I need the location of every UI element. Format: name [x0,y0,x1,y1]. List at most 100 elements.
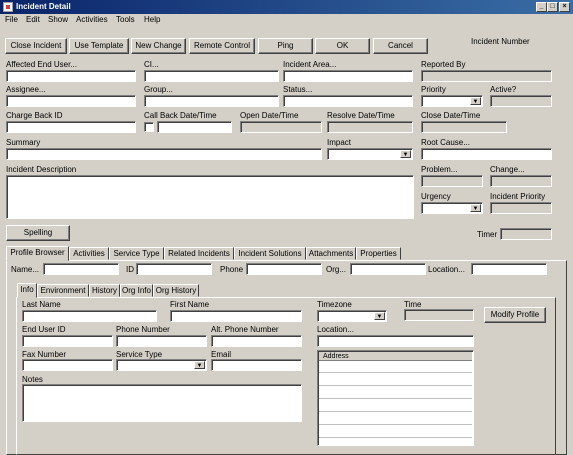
chevron-down-icon[interactable]: ▼ [194,361,205,369]
charge-back-id-field[interactable] [6,121,136,133]
fax-number-field[interactable] [22,359,113,371]
group-field[interactable] [144,95,279,107]
root-cause-field[interactable] [421,148,552,160]
id-search-field[interactable] [136,263,212,275]
alt-phone-number-field[interactable] [211,335,302,347]
timezone-dropdown[interactable]: ▼ [317,310,387,322]
priority-dropdown[interactable]: ▼ [421,95,483,107]
tab-properties[interactable]: Properties [356,247,401,260]
end-user-id-field[interactable] [22,335,113,347]
urgency-dropdown[interactable]: ▼ [421,202,483,214]
minimize-button[interactable]: _ [536,2,547,12]
table-row[interactable] [319,426,472,438]
affected-end-user-field[interactable] [6,70,136,82]
menu-show[interactable]: Show [48,14,68,26]
email-field[interactable] [211,359,302,371]
title-bar: Incident Detail _ □ × [0,0,573,14]
tab-profile-browser[interactable]: Profile Browser [6,246,69,261]
assignee-label[interactable]: Assignee... [6,85,46,95]
open-date-label: Open Date/Time [240,111,299,120]
incident-priority-field [490,202,552,214]
tab-activities[interactable]: Activities [69,247,109,260]
use-template-button[interactable]: Use Template [69,38,129,54]
phone-search-field[interactable] [246,263,322,275]
remote-control-button[interactable]: Remote Control [189,38,255,54]
status-field[interactable] [283,95,413,107]
menu-file[interactable]: File [5,14,18,26]
location-search-field[interactable] [471,263,547,275]
notes-textarea[interactable] [22,384,302,422]
last-name-field[interactable] [22,310,157,322]
call-back-checkbox[interactable] [144,122,154,132]
resolve-date-label: Resolve Date/Time [327,111,395,120]
impact-label: Impact [327,138,352,147]
location-label[interactable]: Location... [317,325,354,335]
chevron-down-icon[interactable]: ▼ [470,204,481,212]
name-search-label[interactable]: Name... [11,265,39,275]
close-incident-button[interactable]: Close Incident [5,38,67,54]
tab-org-info[interactable]: Org Info [120,284,153,297]
new-change-button[interactable]: New Change [131,38,186,54]
tab-environment[interactable]: Environment [37,284,89,297]
org-search-label[interactable]: Org... [326,265,346,275]
table-row[interactable] [319,361,472,373]
incident-description-textarea[interactable] [6,175,414,219]
location-search-label[interactable]: Location... [428,265,465,275]
tab-org-history[interactable]: Org History [153,284,199,297]
problem-label[interactable]: Problem... [421,165,457,175]
menu-tools[interactable]: Tools [116,14,135,26]
window-title: Incident Detail [16,2,71,11]
ping-button[interactable]: Ping [258,38,313,54]
menu-edit[interactable]: Edit [26,14,40,26]
first-name-field[interactable] [170,310,302,322]
address-grid[interactable]: Address [317,350,474,446]
phone-number-field[interactable] [116,335,207,347]
table-row[interactable] [319,413,472,425]
charge-back-id-label: Charge Back ID [6,111,63,120]
group-label[interactable]: Group... [144,85,173,95]
tab-related-incidents[interactable]: Related Incidents [164,247,234,260]
incident-area-label[interactable]: Incident Area... [283,60,336,70]
menu-help[interactable]: Help [144,14,160,26]
maximize-button[interactable]: □ [547,2,558,12]
impact-dropdown[interactable]: ▼ [327,148,413,160]
priority-label: Priority [421,85,446,94]
summary-field[interactable] [6,148,322,160]
affected-end-user-label[interactable]: Affected End User... [6,60,77,70]
table-row[interactable] [319,374,472,386]
chevron-down-icon[interactable]: ▼ [374,312,385,320]
tab-incident-solutions[interactable]: Incident Solutions [234,247,306,260]
problem-field [421,175,483,187]
chevron-down-icon[interactable]: ▼ [470,97,481,105]
service-type-dropdown[interactable]: ▼ [116,359,207,371]
tab-history[interactable]: History [89,284,120,297]
chevron-down-icon[interactable]: ▼ [400,150,411,158]
org-search-field[interactable] [350,263,426,275]
root-cause-label[interactable]: Root Cause... [421,138,470,148]
call-back-field[interactable] [157,121,232,133]
spelling-button[interactable]: Spelling [6,225,70,241]
menu-activities[interactable]: Activities [76,14,108,26]
timer-label: Timer [477,230,498,239]
ok-button[interactable]: OK [315,38,370,54]
status-label[interactable]: Status... [283,85,312,95]
tab-attachments[interactable]: Attachments [306,247,356,260]
location-field[interactable] [317,335,474,347]
cancel-button[interactable]: Cancel [373,38,428,54]
tab-service-type[interactable]: Service Type [109,247,164,260]
timer-field [500,228,552,240]
table-row[interactable] [319,400,472,412]
modify-profile-button[interactable]: Modify Profile [484,307,546,323]
ci-field[interactable] [144,70,279,82]
reported-by-label: Reported By [421,60,466,69]
name-search-field[interactable] [43,263,119,275]
close-window-button[interactable]: × [559,2,570,12]
table-row[interactable] [319,387,472,399]
assignee-field[interactable] [6,95,136,107]
ci-label[interactable]: CI... [144,60,159,70]
first-name-label: First Name [170,300,210,309]
phone-search-label: Phone [220,265,244,274]
change-label[interactable]: Change... [490,165,525,175]
incident-area-field[interactable] [283,70,413,82]
tab-info[interactable]: Info [17,283,37,298]
